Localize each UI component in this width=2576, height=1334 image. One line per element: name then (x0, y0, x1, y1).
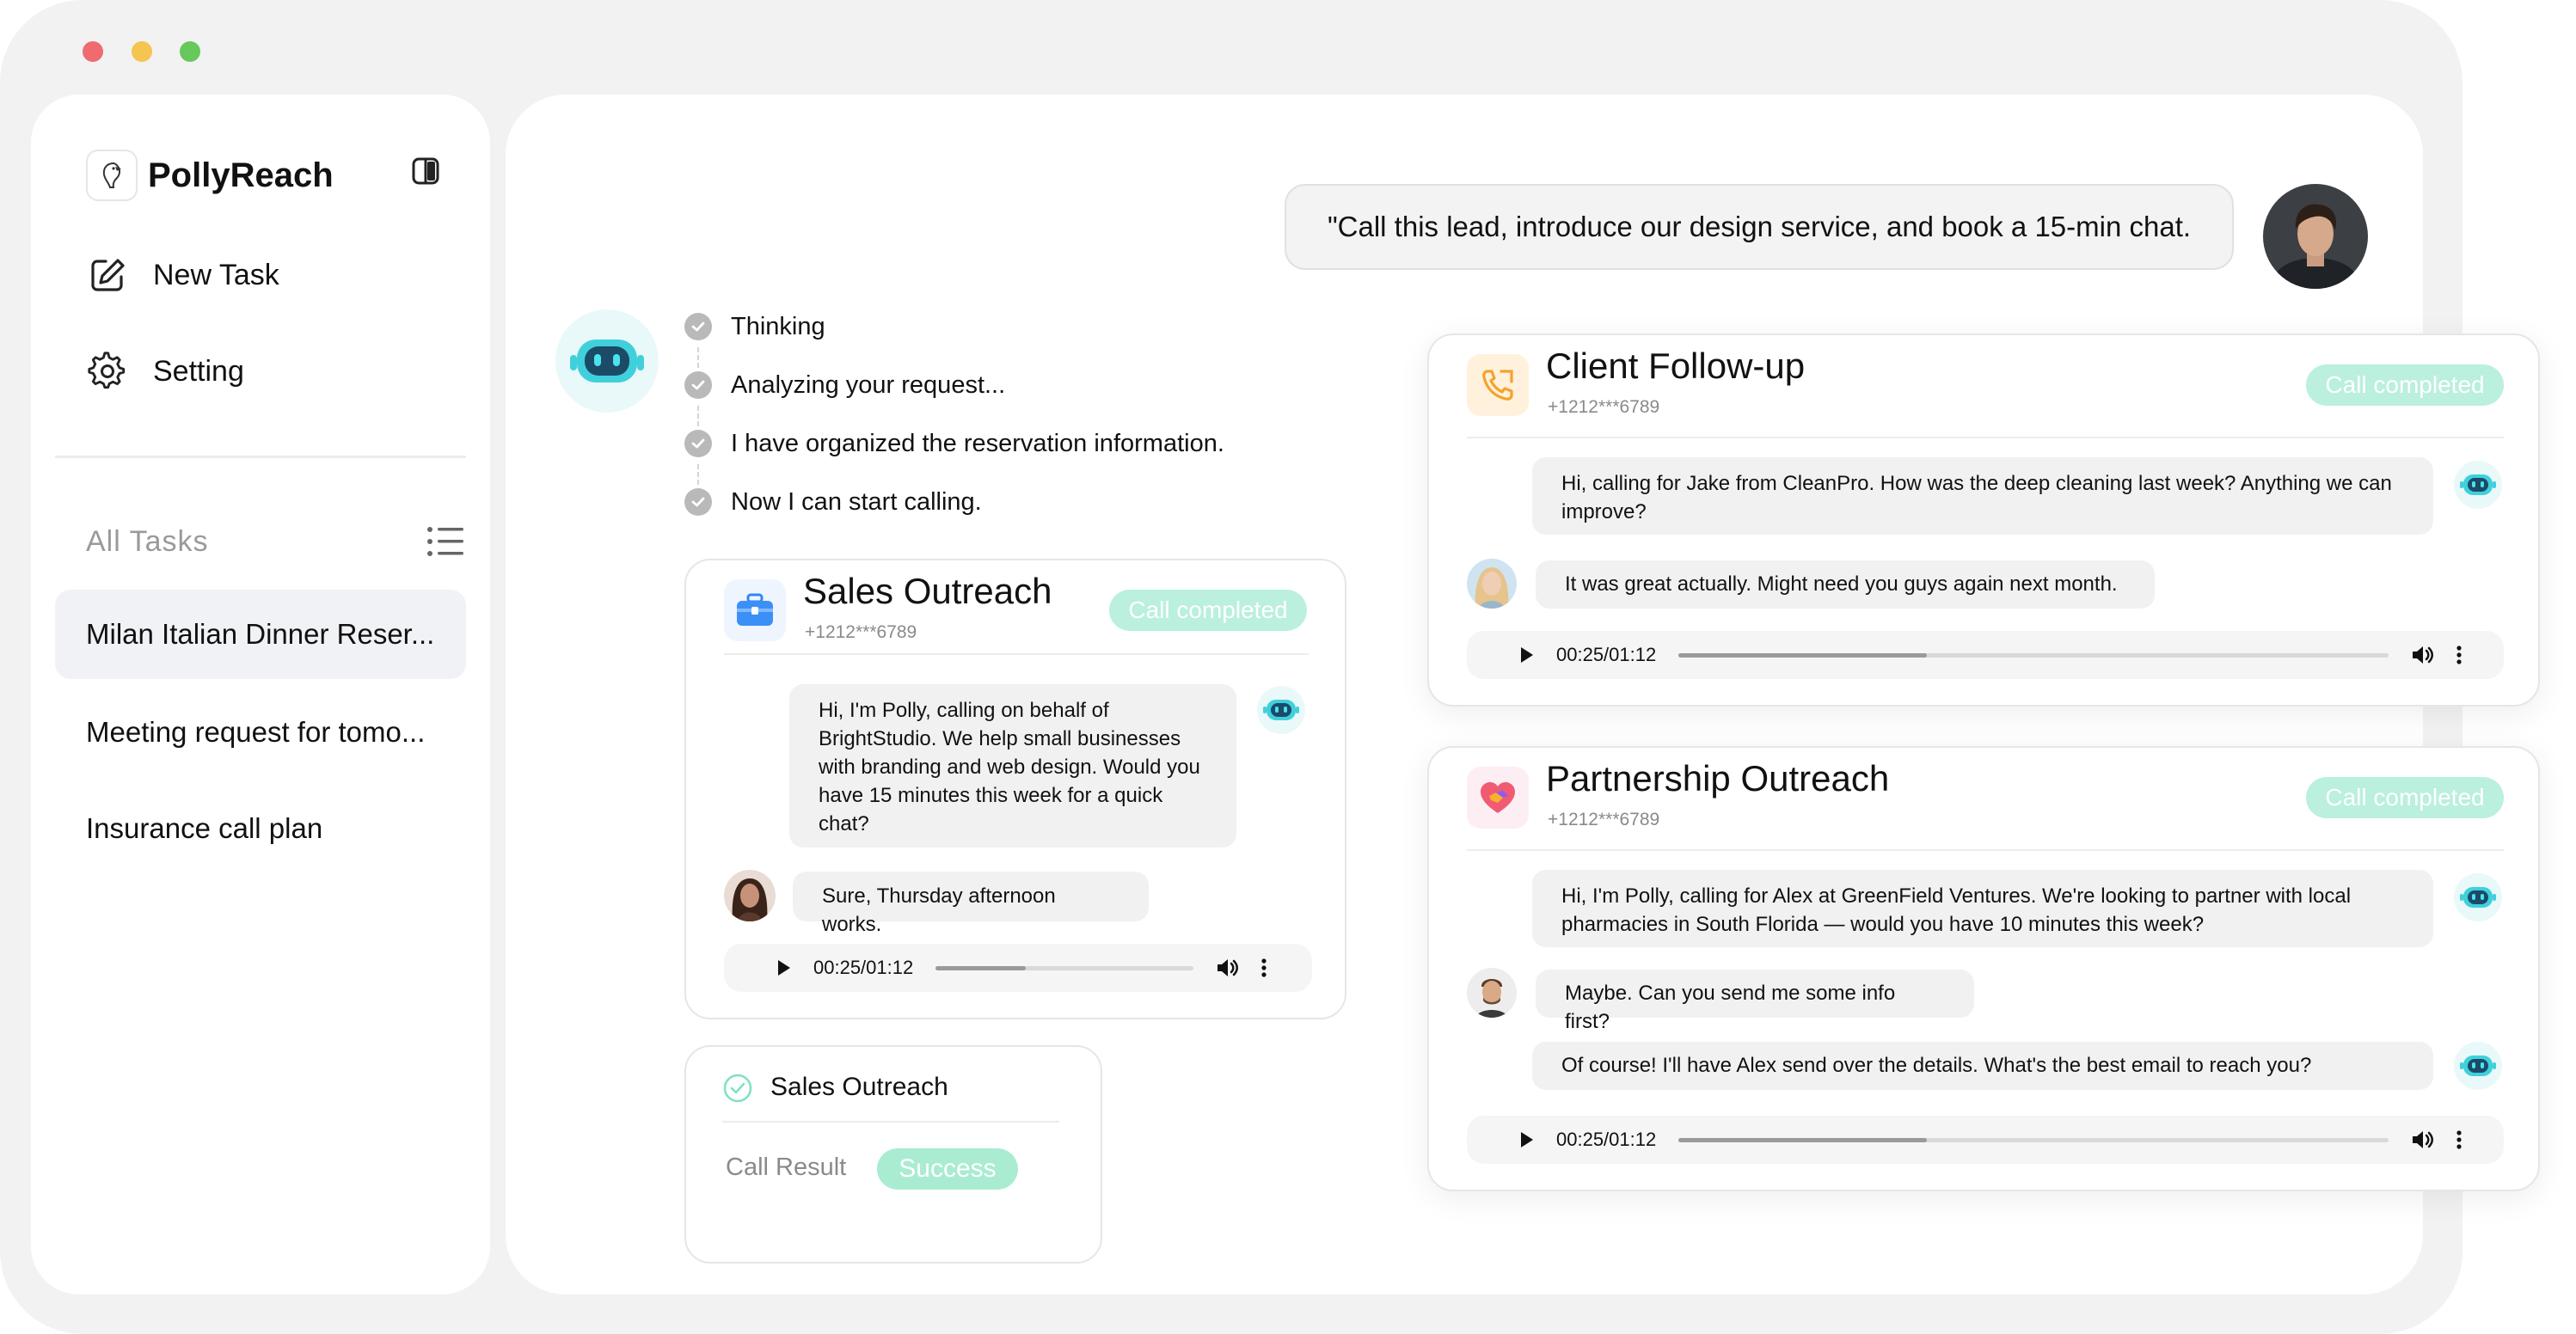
contact-avatar (1467, 559, 1517, 609)
agent-message: Hi, I'm Polly, calling on behalf of Brig… (789, 684, 1236, 848)
contact-avatar (724, 870, 776, 921)
step-item: Analyzing your request... (684, 364, 1005, 406)
call-result-label: Call Result (726, 1153, 847, 1181)
card-divider (1467, 437, 2504, 438)
play-button[interactable] (1510, 1123, 1544, 1157)
card-divider (722, 1121, 1059, 1123)
user-avatar (2263, 184, 2368, 289)
result-card-title: Sales Outreach (770, 1073, 948, 1101)
new-task-button[interactable]: New Task (86, 242, 447, 308)
playback-time: 00:25/01:12 (1556, 1129, 1657, 1150)
brand-name: PollyReach (148, 156, 334, 194)
check-icon (684, 488, 712, 516)
sales-card-phone: +1212***6789 (805, 622, 917, 642)
gear-icon (86, 350, 129, 393)
check-icon (684, 313, 712, 340)
progress-fill (935, 965, 1027, 970)
progress-fill (1678, 652, 1928, 658)
check-circle-icon (722, 1073, 753, 1108)
status-badge: Call completed (1109, 590, 1307, 631)
brand[interactable]: PollyReach (86, 143, 334, 208)
partner-card-phone: +1212***6789 (1548, 810, 1660, 829)
step-item: I have organized the reservation informa… (684, 423, 1224, 464)
setting-label: Setting (153, 354, 244, 388)
card-divider (1467, 849, 2504, 851)
sidebar: PollyReach New Task Setting All Tasks Mi… (31, 95, 490, 1294)
step-item: Now I can start calling. (684, 481, 982, 523)
maximize-window-button[interactable] (180, 41, 200, 62)
check-icon (684, 371, 712, 399)
task-item-milan[interactable]: Milan Italian Dinner Reser... (55, 590, 466, 679)
play-button[interactable] (767, 951, 801, 985)
robot-icon (2454, 1042, 2502, 1090)
sales-outreach-card: Sales Outreach +1212***6789 Call complet… (684, 559, 1346, 1019)
all-tasks-label: All Tasks (86, 524, 209, 558)
parrot-logo-icon (86, 150, 138, 201)
card-divider (724, 653, 1309, 655)
handshake-heart-icon (1467, 767, 1529, 829)
step-item: Thinking (684, 306, 825, 347)
robot-icon (570, 340, 644, 382)
audio-player: 00:25/01:12 (724, 944, 1312, 992)
task-item-insurance[interactable]: Insurance call plan (55, 784, 466, 873)
setting-button[interactable]: Setting (86, 339, 447, 404)
progress-slider[interactable] (1678, 652, 2389, 658)
robot-icon (1257, 686, 1305, 734)
assistant-avatar (555, 309, 659, 413)
audio-player: 00:25/01:12 (1467, 631, 2504, 679)
agent-message: Hi, I'm Polly, calling for Alex at Green… (1532, 870, 2433, 947)
progress-slider[interactable] (935, 965, 1194, 970)
partner-card-title: Partnership Outreach (1546, 758, 1890, 799)
status-badge: Call completed (2306, 364, 2504, 406)
contact-message: It was great actually. Might need you gu… (1536, 560, 2155, 609)
playback-time: 00:25/01:12 (813, 957, 914, 978)
contact-message: Sure, Thursday afternoon works. (793, 872, 1149, 936)
edit-icon (86, 254, 129, 297)
progress-fill (1678, 1137, 1928, 1142)
progress-slider[interactable] (1678, 1137, 2389, 1142)
client-card-phone: +1212***6789 (1548, 397, 1660, 417)
task-item-meeting[interactable]: Meeting request for tomo... (55, 688, 466, 777)
new-task-label: New Task (153, 258, 279, 291)
contact-message: Maybe. Can you send me some info first? (1536, 970, 1974, 1033)
close-window-button[interactable] (83, 41, 103, 62)
step-text: I have organized the reservation informa… (731, 429, 1224, 457)
client-card-title: Client Follow-up (1546, 346, 1806, 386)
check-icon (684, 430, 712, 457)
agent-message: Hi, calling for Jake from CleanPro. How … (1532, 457, 2433, 535)
sales-card-title: Sales Outreach (803, 571, 1052, 611)
partnership-outreach-card: Partnership Outreach +1212***6789 Call c… (1427, 746, 2540, 1191)
list-icon[interactable] (426, 525, 464, 558)
step-text: Analyzing your request... (731, 370, 1006, 399)
volume-icon[interactable] (1214, 954, 1242, 982)
playback-time: 00:25/01:12 (1556, 644, 1657, 665)
more-options-icon[interactable] (2449, 1126, 2469, 1153)
volume-icon[interactable] (2409, 641, 2437, 669)
sidebar-divider (55, 456, 466, 458)
robot-icon (2454, 461, 2502, 509)
agent-message: Of course! I'll have Alex send over the … (1532, 1042, 2433, 1090)
step-text: Thinking (731, 312, 825, 340)
audio-player: 00:25/01:12 (1467, 1116, 2504, 1164)
step-text: Now I can start calling. (731, 487, 982, 516)
minimize-window-button[interactable] (132, 41, 152, 62)
more-options-icon[interactable] (2449, 641, 2469, 669)
status-badge: Call completed (2306, 777, 2504, 818)
sidebar-toggle-button[interactable] (402, 148, 449, 194)
all-tasks-header: All Tasks (86, 516, 464, 567)
contact-avatar (1467, 968, 1517, 1018)
success-badge: Success (877, 1148, 1018, 1190)
client-follow-up-card: Client Follow-up +1212***6789 Call compl… (1427, 334, 2540, 707)
call-result-card: Sales Outreach Call Result Success (684, 1045, 1102, 1264)
play-button[interactable] (1510, 638, 1544, 672)
user-message: "Call this lead, introduce our design se… (1285, 184, 2234, 270)
robot-icon (2454, 873, 2502, 921)
phone-callback-icon (1467, 354, 1529, 416)
briefcase-icon (724, 579, 786, 641)
volume-icon[interactable] (2409, 1126, 2437, 1153)
sidebar-toggle-icon (412, 157, 439, 185)
more-options-icon[interactable] (1254, 954, 1274, 982)
